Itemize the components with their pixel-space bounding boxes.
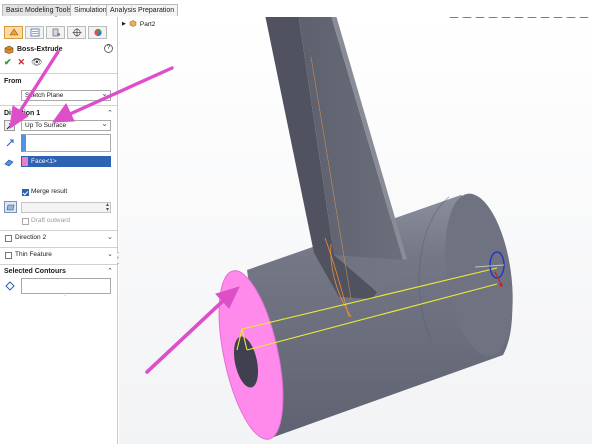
feature-title: Boss-Extrude bbox=[17, 46, 63, 53]
from-start-condition-select[interactable]: Sketch Plane bbox=[21, 89, 111, 101]
section-view-icon[interactable]: ⌕ bbox=[501, 17, 511, 18]
draft-on-off-button[interactable] bbox=[4, 201, 17, 213]
selected-contours-section-title[interactable]: Selected Contours bbox=[4, 268, 66, 275]
graphics-area[interactable]: ▶ Part2 ⊥ ⌖ ✥ ▣ ⌕ ✎ ⬚ ◈ ◐ ▤ ⊡ bbox=[119, 17, 592, 444]
view-settings-icon[interactable]: ⊡ bbox=[579, 17, 589, 18]
model-viewport bbox=[119, 17, 592, 444]
tab-simulation[interactable]: Simulation bbox=[70, 4, 111, 16]
action-buttons: ✔ ✕ 👁 bbox=[4, 58, 43, 67]
direction2-section-title[interactable]: Direction 2 bbox=[15, 234, 46, 241]
merge-result-checkbox[interactable] bbox=[22, 189, 29, 196]
direction-vector-icon bbox=[5, 137, 15, 147]
heads-up-view-toolbar: ⊥ ⌖ ✥ ▣ ⌕ ✎ ⬚ ◈ ◐ ▤ ⊡ bbox=[449, 17, 589, 18]
expand-chevron-icon[interactable]: ⌄ bbox=[107, 233, 113, 241]
feature-title-row: Boss-Extrude ? bbox=[4, 44, 114, 55]
selected-contours-list[interactable] bbox=[21, 278, 111, 294]
face-selection-value: Face<1> bbox=[31, 158, 57, 165]
panel-grip-icon[interactable]: ⌃ bbox=[50, 16, 62, 22]
divider bbox=[0, 73, 117, 74]
help-icon[interactable]: ? bbox=[104, 44, 113, 53]
merge-result-label: Merge result bbox=[31, 188, 68, 195]
expand-arrow-icon[interactable]: ▶ bbox=[122, 21, 126, 27]
command-manager-tabs: Basic Modeling Tools Simulation Analysis… bbox=[0, 0, 592, 17]
end-condition-select[interactable]: Up To Surface bbox=[21, 119, 111, 131]
direction2-checkbox[interactable] bbox=[5, 235, 12, 242]
property-manager-icon[interactable] bbox=[25, 26, 44, 39]
dimxpert-icon[interactable] bbox=[67, 26, 86, 39]
draft-outward-label: Draft outward bbox=[31, 217, 71, 224]
direction-vector-field[interactable] bbox=[21, 134, 111, 152]
thin-feature-section-title[interactable]: Thin Feature bbox=[15, 251, 52, 258]
boss-extrude-icon bbox=[4, 44, 14, 56]
expand-chevron-icon[interactable]: ⌄ bbox=[107, 250, 113, 258]
feature-tree-root[interactable]: ▶ Part2 bbox=[122, 19, 155, 29]
face-selection-field[interactable]: Face<1> bbox=[21, 156, 111, 167]
divider bbox=[0, 247, 117, 248]
appearance-icon[interactable]: ◐ bbox=[553, 17, 563, 18]
tab-analysis-preparation[interactable]: Analysis Preparation bbox=[106, 4, 179, 16]
property-manager-panel: ⌃ Boss-Extrude ? ✔ ✕ 👁 From Sketch Plane bbox=[0, 16, 121, 444]
face-color-swatch bbox=[22, 157, 28, 166]
resize-handle-icon[interactable]: ◦ bbox=[64, 293, 66, 299]
zoom-area-icon[interactable]: ✥ bbox=[475, 17, 485, 18]
divider bbox=[0, 230, 117, 231]
tab-basic-modeling-tools[interactable]: Basic Modeling Tools bbox=[2, 4, 76, 16]
detailed-preview-icon[interactable]: 👁 bbox=[31, 58, 42, 67]
collapse-chevron-icon[interactable]: ⌃ bbox=[107, 109, 113, 117]
divider bbox=[0, 105, 117, 106]
part-icon bbox=[129, 19, 137, 29]
cancel-button[interactable]: ✕ bbox=[18, 58, 26, 67]
draft-angle-field: ▴ ▾ bbox=[21, 202, 111, 213]
divider bbox=[0, 264, 117, 265]
part-name: Part2 bbox=[139, 20, 156, 28]
from-section-title[interactable]: From bbox=[4, 78, 22, 85]
contour-icon bbox=[5, 281, 15, 291]
feature-manager-icon[interactable] bbox=[4, 26, 23, 39]
reverse-direction-button[interactable] bbox=[4, 120, 15, 131]
ok-button[interactable]: ✔ bbox=[4, 58, 12, 67]
display-manager-icon[interactable] bbox=[88, 26, 107, 39]
view-orientation-icon[interactable]: ✎ bbox=[514, 17, 524, 18]
thin-feature-checkbox[interactable] bbox=[5, 252, 12, 259]
transform-icon[interactable]: ⊥ bbox=[449, 17, 459, 18]
direction1-section-title[interactable]: Direction 1 bbox=[4, 110, 40, 117]
spin-arrows-icon[interactable]: ▴ ▾ bbox=[106, 202, 109, 213]
manager-tabs bbox=[4, 26, 107, 39]
hide-show-icon[interactable]: ◈ bbox=[540, 17, 550, 18]
draft-outward-checkbox bbox=[22, 218, 29, 225]
display-style-icon[interactable]: ⬚ bbox=[527, 17, 537, 18]
zoom-to-fit-icon[interactable]: ⌖ bbox=[462, 17, 472, 18]
face-plane-icon bbox=[4, 157, 14, 167]
configuration-manager-icon[interactable] bbox=[46, 26, 65, 39]
previous-view-icon[interactable]: ▣ bbox=[488, 17, 498, 18]
scene-icon[interactable]: ▤ bbox=[566, 17, 576, 18]
collapse-chevron-icon[interactable]: ⌃ bbox=[107, 267, 113, 275]
